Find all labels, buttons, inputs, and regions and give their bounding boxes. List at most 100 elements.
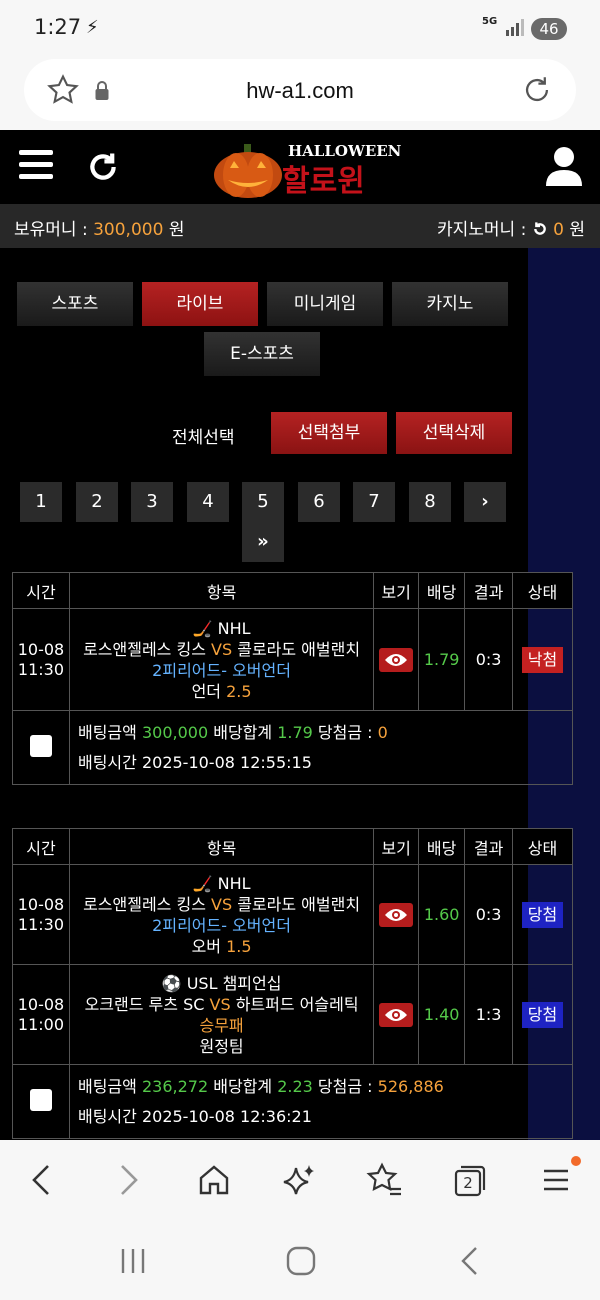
status-cell: 당첨: [512, 864, 573, 965]
charging-icon: ⚡: [86, 17, 99, 38]
bet-footer-row: 배팅금액 300,000 배당합계 1.79 당첨금 : 0 배팅시간 2025…: [12, 710, 574, 785]
result-value: 1:3: [464, 964, 514, 1065]
menu-icon[interactable]: [19, 150, 53, 180]
result-value: 0:3: [464, 608, 514, 711]
battery-indicator: 46: [531, 18, 567, 40]
bet-summary: 배팅금액 236,272 배당합계 2.23 당첨금 : 526,886 배팅시…: [68, 1064, 574, 1139]
signal-icon: [506, 19, 524, 36]
page-8[interactable]: 8: [409, 482, 451, 522]
table-row: 10-08 11:00 ⚽ USL 챔피언십 오크랜드 루츠 SC VS 하트퍼…: [12, 964, 573, 1065]
menu-icon[interactable]: [540, 1162, 574, 1198]
market-name: 승무패: [199, 1015, 244, 1035]
casino-refresh-icon[interactable]: [532, 221, 548, 237]
delete-selected-button[interactable]: 선택삭제: [396, 412, 512, 454]
match-time: 10-08 11:30: [12, 608, 70, 711]
col-item: 항목: [68, 572, 375, 609]
bet-checkbox[interactable]: [29, 734, 52, 757]
result-value: 0:3: [464, 864, 514, 965]
view-cell: [373, 964, 420, 1065]
casino-money-value: 0: [553, 220, 564, 240]
recent-apps-icon[interactable]: [118, 1246, 148, 1276]
soccer-icon: ⚽: [161, 973, 182, 993]
hockey-icon: 🏒: [192, 618, 213, 638]
market-name: 2피리어드- 오버언더: [152, 660, 291, 680]
eye-icon[interactable]: [379, 902, 414, 927]
bet-footer-row: 배팅금액 236,272 배당합계 2.23 당첨금 : 526,886 배팅시…: [12, 1064, 574, 1139]
match-item: 🏒 NHL 로스앤젤레스 킹스 VS 콜로라도 애벌랜치 2피리어드- 오버언더…: [68, 608, 375, 711]
tab-sports[interactable]: 스포츠: [17, 282, 133, 326]
browser-bottom-bar: 2: [0, 1140, 600, 1222]
casino-money: 카지노머니 : 0 원: [436, 220, 585, 240]
site-header: HALLOWEEN 할로윈: [0, 130, 600, 204]
odds-value: 1.40: [418, 964, 466, 1065]
bet-checkbox[interactable]: [29, 1088, 52, 1111]
select-all-button[interactable]: 전체선택: [172, 423, 235, 448]
match-item: 🏒 NHL 로스앤젤레스 킹스 VS 콜로라도 애벌랜치 2피리어드- 오버언더…: [68, 864, 375, 965]
browser-toolbar: hw-a1.com: [0, 58, 600, 130]
table-row: 10-08 11:30 🏒 NHL 로스앤젤레스 킹스 VS 콜로라도 애벌랜치…: [12, 608, 573, 711]
pumpkin-icon: [214, 144, 282, 198]
sparkle-icon[interactable]: [282, 1162, 318, 1198]
tab-casino[interactable]: 카지노: [392, 282, 508, 326]
tab-minigame[interactable]: 미니게임: [267, 282, 383, 326]
user-icon[interactable]: [545, 146, 583, 186]
page-2[interactable]: 2: [76, 482, 118, 522]
back-icon[interactable]: [28, 1162, 56, 1198]
tab-esports[interactable]: E-스포츠: [204, 332, 320, 376]
url-text: hw-a1.com: [246, 78, 354, 103]
col-odds: 배당: [418, 572, 466, 609]
status-bar: 1:27 ⚡ 5G 46: [0, 0, 600, 58]
balance-bar: 보유머니 : 300,000 원 카지노머니 : 0 원: [0, 204, 600, 248]
checkbox-cell: [12, 1064, 70, 1139]
page-7[interactable]: 7: [353, 482, 395, 522]
last-page-button[interactable]: »: [242, 522, 284, 562]
reload-icon[interactable]: [520, 73, 554, 107]
home-icon[interactable]: [196, 1162, 232, 1198]
clock: 1:27: [34, 15, 82, 39]
site-logo[interactable]: HALLOWEEN 할로윈: [212, 140, 401, 200]
page-5[interactable]: 5: [242, 482, 284, 522]
page-6[interactable]: 6: [298, 482, 340, 522]
page-4[interactable]: 4: [187, 482, 229, 522]
match-time: 10-08 11:00: [12, 964, 70, 1065]
tab-live[interactable]: 라이브: [142, 282, 258, 326]
page-3[interactable]: 3: [131, 482, 173, 522]
address-bar[interactable]: hw-a1.com: [24, 59, 576, 121]
table-row: 10-08 11:30 🏒 NHL 로스앤젤레스 킹스 VS 콜로라도 애벌랜치…: [12, 864, 573, 965]
col-view: 보기: [373, 572, 420, 609]
match-time: 10-08 11:30: [12, 864, 70, 965]
bet-slip: 시간 항목 보기 배당 결과 상태 10-08 11:30 🏒 NHL 로스앤젤…: [12, 572, 574, 785]
system-navigation-bar: [0, 1222, 600, 1300]
home-button-icon[interactable]: [285, 1245, 317, 1277]
refresh-icon[interactable]: [86, 150, 120, 184]
next-page-button[interactable]: ›: [464, 482, 506, 522]
page-1[interactable]: 1: [20, 482, 62, 522]
checkbox-cell: [12, 710, 70, 785]
status-badge: 당첨: [521, 901, 564, 928]
col-status: 상태: [512, 572, 573, 609]
bet-slip: 시간 항목 보기 배당 결과 상태 10-08 11:30 🏒 NHL 로스앤젤…: [12, 828, 574, 1139]
network-indicator: 5G: [482, 16, 498, 27]
notification-dot: [571, 1156, 581, 1166]
view-cell: [373, 608, 420, 711]
tabs-icon[interactable]: 2: [452, 1162, 488, 1198]
tab-count: 2: [463, 1174, 473, 1192]
match-item: ⚽ USL 챔피언십 오크랜드 루츠 SC VS 하트퍼드 어슬레틱 승무패 원…: [68, 964, 375, 1065]
attach-selected-button[interactable]: 선택첨부: [271, 412, 387, 454]
col-result: 결과: [464, 572, 514, 609]
market-name: 2피리어드- 오버언더: [152, 915, 291, 935]
status-badge: 당첨: [521, 1001, 564, 1028]
bet-table-header: 시간 항목 보기 배당 결과 상태: [12, 572, 573, 609]
bet-table-header: 시간 항목 보기 배당 결과 상태: [12, 828, 573, 865]
status-cell: 낙첨: [512, 608, 573, 711]
back-button-icon[interactable]: [456, 1245, 484, 1277]
eye-icon[interactable]: [379, 647, 414, 672]
holding-money-value: 300,000: [93, 220, 164, 240]
forward-icon[interactable]: [114, 1162, 142, 1198]
status-cell: 당첨: [512, 964, 573, 1065]
bookmarks-icon[interactable]: [366, 1162, 404, 1198]
eye-icon[interactable]: [379, 1002, 414, 1027]
logo-title: 할로윈: [282, 164, 365, 199]
odds-value: 1.79: [418, 608, 466, 711]
bet-summary: 배팅금액 300,000 배당합계 1.79 당첨금 : 0 배팅시간 2025…: [68, 710, 574, 785]
